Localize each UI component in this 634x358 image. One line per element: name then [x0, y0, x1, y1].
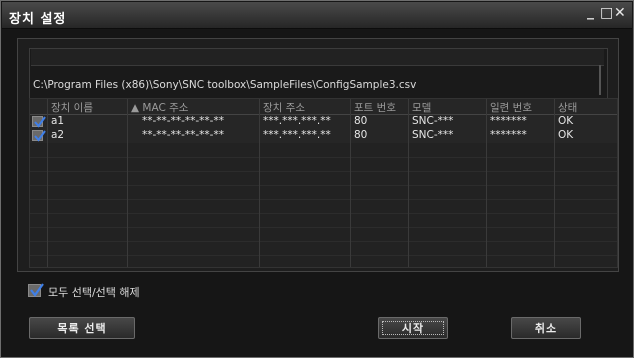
file-path-text: C:\Program Files (x86)\Sony\SNC toolbox\… — [33, 79, 417, 91]
col-header-mac-address[interactable]: ▲ MAC 주소 — [131, 100, 188, 115]
cancel-button[interactable]: 취소 — [511, 317, 581, 339]
empty-row — [30, 241, 617, 256]
column-divider — [408, 99, 409, 267]
row-checkbox[interactable] — [32, 116, 46, 128]
col-header-status[interactable]: 상태 — [558, 100, 577, 115]
file-path-scrollbar[interactable] — [599, 65, 601, 95]
col-header-port[interactable]: 포트 번호 — [354, 100, 396, 115]
column-divider — [486, 99, 487, 267]
column-divider — [554, 99, 555, 267]
empty-row — [30, 171, 617, 186]
column-divider — [127, 99, 128, 267]
table-header: 장치 이름 ▲ MAC 주소 장치 주소 포트 번호 모델 일련 번호 상태 — [30, 99, 617, 115]
minimize-button[interactable]: _ — [587, 4, 594, 20]
cell-device-address: ***.***.***.** — [263, 115, 331, 127]
close-button[interactable]: ✕ — [614, 5, 626, 21]
window-title: 장치 설정 — [9, 12, 67, 27]
cell-serial: ******* — [490, 115, 527, 127]
file-path-box: C:\Program Files (x86)\Sony\SNC toolbox\… — [29, 48, 608, 100]
cell-device-address: ***.***.***.** — [263, 129, 331, 141]
column-divider — [350, 99, 351, 267]
cell-mac-address: **-**-**-**-**-** — [142, 129, 224, 141]
cell-port: 80 — [354, 115, 368, 127]
list-select-button[interactable]: 목록 선택 — [29, 317, 135, 339]
device-table: 장치 이름 ▲ MAC 주소 장치 주소 포트 번호 모델 일련 번호 상태 a… — [29, 98, 618, 268]
cell-model: SNC-*** — [412, 115, 454, 127]
column-divider — [47, 99, 48, 267]
col-header-serial[interactable]: 일련 번호 — [490, 100, 532, 115]
empty-row — [30, 213, 617, 228]
cell-status: OK — [558, 129, 574, 141]
device-settings-window: 장치 설정 _ □ ✕ C:\Program Files (x86)\Sony\… — [0, 0, 634, 358]
cell-status: OK — [558, 115, 574, 127]
select-all-checkbox[interactable] — [28, 283, 44, 297]
device-panel: C:\Program Files (x86)\Sony\SNC toolbox\… — [17, 38, 619, 272]
col-header-device-name[interactable]: 장치 이름 — [51, 100, 93, 115]
cell-mac-address: **-**-**-**-**-** — [142, 115, 224, 127]
table-row[interactable]: a2 **-**-**-**-**-** ***.***.***.** 80 S… — [30, 129, 617, 143]
empty-row — [30, 143, 617, 158]
empty-row — [30, 157, 617, 172]
file-path-header — [31, 49, 604, 66]
empty-row — [30, 227, 617, 242]
column-divider — [259, 99, 260, 267]
cell-model: SNC-*** — [412, 129, 454, 141]
table-row[interactable]: a1 **-**-**-**-**-** ***.***.***.** 80 S… — [30, 115, 617, 129]
select-all-label: 모두 선택/선택 해제 — [48, 286, 140, 299]
empty-row — [30, 185, 617, 200]
col-header-model[interactable]: 모델 — [412, 100, 431, 115]
title-bar[interactable]: 장치 설정 _ □ ✕ — [2, 2, 632, 29]
cell-port: 80 — [354, 129, 368, 141]
cell-serial: ******* — [490, 129, 527, 141]
row-checkbox[interactable] — [32, 130, 46, 142]
cell-device-name: a2 — [51, 129, 65, 141]
col-header-device-address[interactable]: 장치 주소 — [263, 100, 305, 115]
start-button[interactable]: 시작 — [378, 317, 448, 339]
empty-row — [30, 199, 617, 214]
cell-device-name: a1 — [51, 115, 65, 127]
maximize-button[interactable]: □ — [600, 5, 613, 21]
